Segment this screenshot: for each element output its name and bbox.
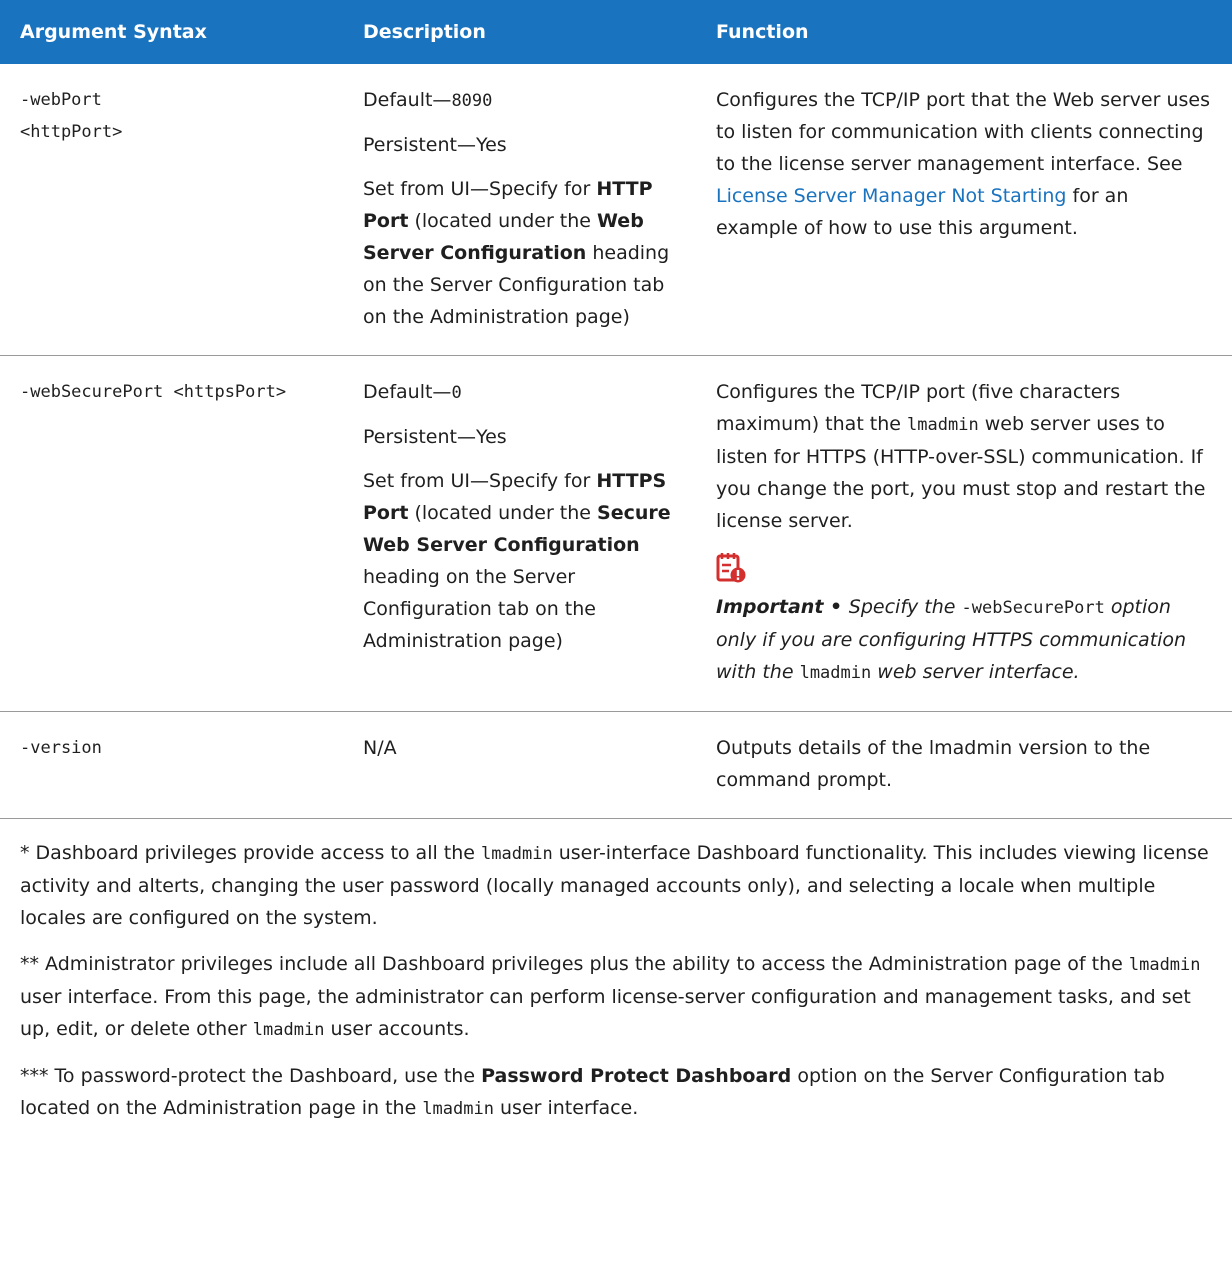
note-text: Specify the bbox=[848, 596, 962, 618]
syntax-cell: -webSecurePort <httpsPort> bbox=[0, 355, 343, 712]
important-label: Important • bbox=[716, 596, 849, 618]
set-from-ui-prefix: Set from UI—Specify for bbox=[363, 178, 597, 200]
table-header-row: Argument Syntax Description Function bbox=[0, 0, 1232, 64]
footnote-dashboard: * Dashboard privileges provide access to… bbox=[20, 837, 1212, 934]
footnote-text: *** To password-protect the Dashboard, u… bbox=[20, 1065, 482, 1087]
note-text: web server interface. bbox=[871, 661, 1080, 683]
table-row: -version N/A Outputs details of the lmad… bbox=[0, 711, 1232, 819]
note-code: lmadmin bbox=[799, 663, 872, 683]
arguments-table: Argument Syntax Description Function -we… bbox=[0, 0, 1232, 819]
persistent-text: Persistent—Yes bbox=[363, 426, 507, 448]
header-function: Function bbox=[696, 0, 1232, 64]
set-from-ui-suffix: heading on the Server Configuration tab … bbox=[363, 566, 596, 652]
function-text: Outputs details of the lmadmin version t… bbox=[716, 737, 1151, 791]
function-text: Configures the TCP/IP port that the Web … bbox=[716, 84, 1212, 244]
set-from-ui-mid: (located under the bbox=[408, 210, 598, 232]
footnote-bold: Password Protect Dashboard bbox=[481, 1065, 792, 1087]
important-note-text: Important • Specify the -webSecurePort o… bbox=[716, 591, 1212, 689]
syntax-line: -webSecurePort <httpsPort> bbox=[20, 382, 287, 402]
footnote-code: lmadmin bbox=[1128, 955, 1201, 975]
footnote-text: * Dashboard privileges provide access to… bbox=[20, 842, 482, 864]
set-from-ui-text: Set from UI—Specify for HTTPS Port (loca… bbox=[363, 465, 676, 657]
footnote-code: lmadmin bbox=[422, 1099, 494, 1119]
set-from-ui-text: Set from UI—Specify for HTTP Port (locat… bbox=[363, 173, 676, 333]
default-value: 8090 bbox=[451, 91, 493, 111]
footnote-text: user accounts. bbox=[324, 1018, 470, 1040]
default-label: Default— bbox=[363, 89, 452, 111]
syntax-line: -version bbox=[20, 738, 102, 758]
footnotes: * Dashboard privileges provide access to… bbox=[0, 819, 1232, 1125]
footnote-text: user interface. bbox=[493, 1097, 639, 1119]
footnote-password-protect: *** To password-protect the Dashboard, u… bbox=[20, 1060, 1212, 1125]
footnote-text: ** Administrator privileges include all … bbox=[20, 953, 1129, 975]
footnote-administrator: ** Administrator privileges include all … bbox=[20, 948, 1212, 1046]
default-value: 0 bbox=[451, 383, 462, 403]
default-text: Default—8090 bbox=[363, 84, 676, 117]
function-code: lmadmin bbox=[907, 415, 979, 435]
default-text: Default—0 bbox=[363, 376, 676, 409]
function-prefix: Configures the TCP/IP port that the Web … bbox=[716, 89, 1210, 175]
set-from-ui-prefix: Set from UI—Specify for bbox=[363, 470, 597, 492]
important-note-icon bbox=[716, 551, 746, 585]
description-text: N/A bbox=[363, 737, 397, 759]
set-from-ui-mid: (located under the bbox=[408, 502, 598, 524]
footnote-code: lmadmin bbox=[481, 844, 553, 864]
description-cell: Default—0 Persistent—Yes Set from UI—Spe… bbox=[343, 355, 696, 712]
footnote-text: user interface. From this page, the admi… bbox=[20, 986, 1191, 1040]
syntax-line: <httpPort> bbox=[20, 122, 123, 142]
description-cell: N/A bbox=[343, 711, 696, 819]
description-cell: Default—8090 Persistent—Yes Set from UI—… bbox=[343, 64, 696, 356]
function-cell: Configures the TCP/IP port (five charact… bbox=[696, 355, 1232, 712]
function-cell: Configures the TCP/IP port that the Web … bbox=[696, 64, 1232, 356]
function-text: Configures the TCP/IP port (five charact… bbox=[716, 376, 1212, 537]
footnote-code: lmadmin bbox=[252, 1020, 325, 1040]
header-description: Description bbox=[343, 0, 696, 64]
default-label: Default— bbox=[363, 381, 452, 403]
persistent-text: Persistent—Yes bbox=[363, 134, 507, 156]
license-server-manager-link[interactable]: License Server Manager Not Starting bbox=[716, 185, 1066, 207]
header-argument-syntax: Argument Syntax bbox=[0, 0, 343, 64]
syntax-cell: -webPort <httpPort> bbox=[0, 64, 343, 356]
syntax-cell: -version bbox=[0, 711, 343, 819]
note-code: -webSecurePort bbox=[961, 598, 1105, 618]
document-page: Argument Syntax Description Function -we… bbox=[0, 0, 1232, 1125]
function-cell: Outputs details of the lmadmin version t… bbox=[696, 711, 1232, 819]
syntax-line: -webPort bbox=[20, 90, 102, 110]
table-row: -webPort <httpPort> Default—8090 Persist… bbox=[0, 64, 1232, 356]
table-row: -webSecurePort <httpsPort> Default—0 Per… bbox=[0, 355, 1232, 712]
